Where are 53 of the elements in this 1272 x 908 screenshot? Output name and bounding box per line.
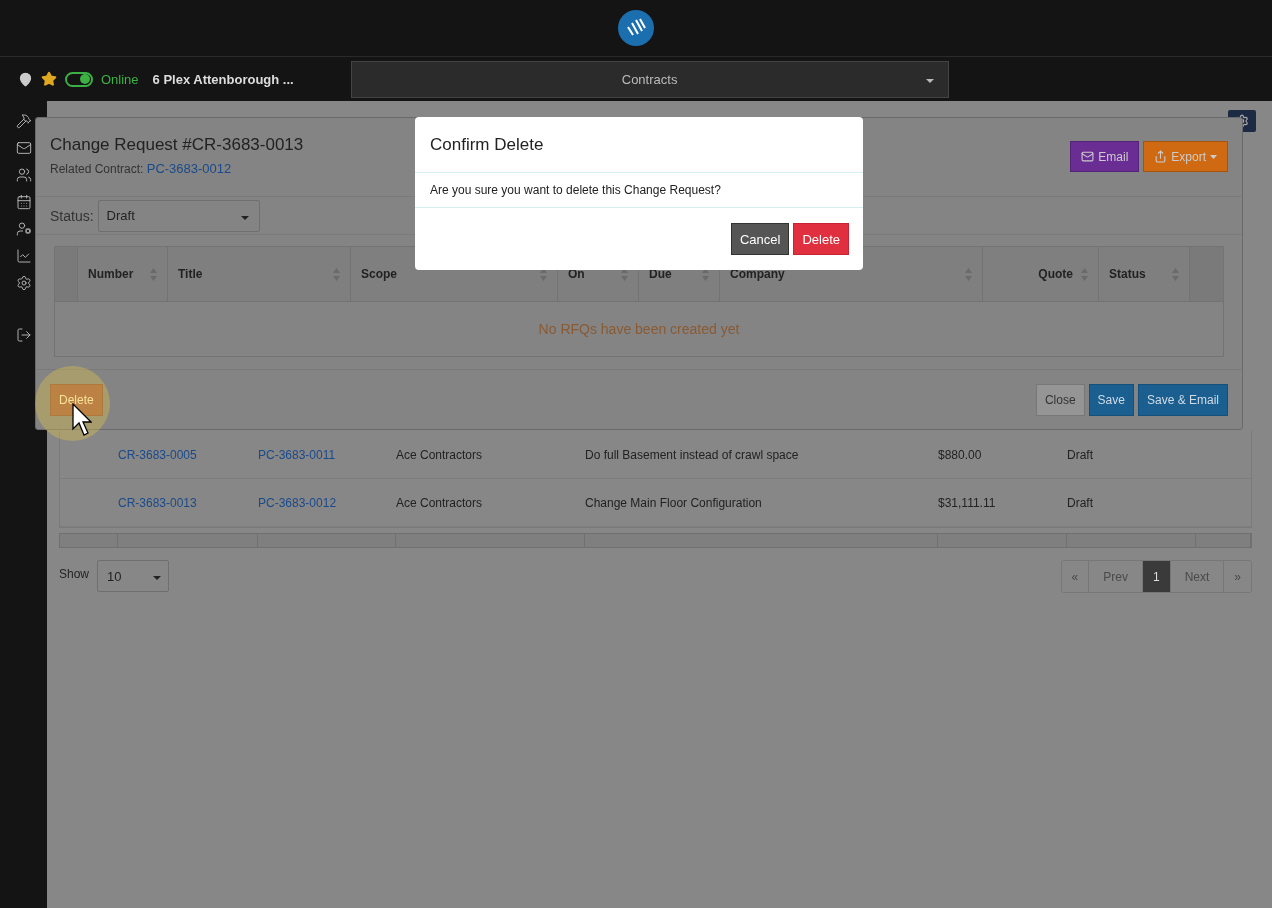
footer-button[interactable]: Save & Email: [1137, 383, 1228, 416]
users-icon[interactable]: [15, 167, 32, 183]
status-label: Status:: [50, 207, 94, 224]
related-contract-label: Related Contract:: [50, 162, 144, 176]
dialog-message: Are you sure you want to delete this Change Request?: [415, 173, 863, 208]
line-chart-icon[interactable]: [15, 248, 32, 264]
change-request-link[interactable]: CR-3683-0005: [118, 447, 258, 462]
status-cell-text: Draft: [1067, 447, 1094, 462]
hammer-icon[interactable]: [15, 113, 32, 129]
sort-icon[interactable]: [540, 267, 547, 281]
star-icon[interactable]: [41, 71, 57, 87]
location-pin-icon: [18, 71, 33, 87]
user-gear-icon[interactable]: [15, 221, 32, 237]
status-cell-text: Draft: [1067, 495, 1094, 510]
modal-title: Change Request #CR-3683-0013: [50, 135, 304, 155]
empty-message: No RFQs have been created yet: [537, 320, 741, 339]
cursor-icon: [72, 403, 92, 437]
title-cell-text: Change Main Floor Configuration: [585, 495, 763, 510]
page-button[interactable]: 1: [1142, 561, 1171, 592]
sort-icon[interactable]: [621, 267, 628, 281]
online-toggle[interactable]: [65, 71, 93, 87]
company-cell-text: Ace Contractors: [396, 495, 484, 510]
mail-icon: [1081, 150, 1095, 163]
footer-button[interactable]: Close: [1035, 383, 1085, 416]
logout-icon[interactable]: [15, 327, 32, 343]
online-label: Online: [101, 71, 139, 87]
caret-icon: [1210, 154, 1217, 159]
mail-icon[interactable]: [15, 140, 32, 156]
delete-button[interactable]: Delete: [50, 383, 103, 416]
quote-cell-text: $880.00: [938, 447, 983, 462]
sort-icon[interactable]: [702, 267, 709, 281]
module-dropdown[interactable]: Contracts: [350, 60, 949, 98]
export-button[interactable]: Export: [1143, 141, 1228, 172]
contract-link[interactable]: PC-3683-0012: [258, 495, 396, 510]
calendar-icon[interactable]: [15, 194, 32, 210]
settings-icon[interactable]: [15, 275, 32, 291]
title-cell-text: Do full Basement instead of crawl space: [585, 447, 800, 462]
export-icon: [1154, 150, 1168, 163]
dialog-title: Confirm Delete: [415, 117, 863, 173]
contract-link[interactable]: PC-3683-0011: [258, 447, 396, 462]
logo-icon: [617, 9, 655, 47]
email-button[interactable]: Email: [1070, 141, 1140, 172]
show-label: Show: [59, 567, 90, 581]
company-cell-text: Ace Contractors: [396, 447, 484, 462]
related-contract-link[interactable]: PC-3683-0012: [146, 161, 232, 176]
quote-cell-text: $31,111.11: [938, 495, 997, 510]
status-select[interactable]: Draft: [97, 199, 260, 232]
footer-button[interactable]: Save: [1088, 383, 1134, 416]
project-name: 6 Plex Attenborough ...: [152, 71, 295, 87]
page-size-select[interactable]: 10: [97, 560, 170, 592]
change-request-link[interactable]: CR-3683-0013: [118, 495, 258, 510]
confirm-delete-button[interactable]: Delete: [793, 223, 849, 255]
cancel-button[interactable]: Cancel: [730, 223, 790, 255]
